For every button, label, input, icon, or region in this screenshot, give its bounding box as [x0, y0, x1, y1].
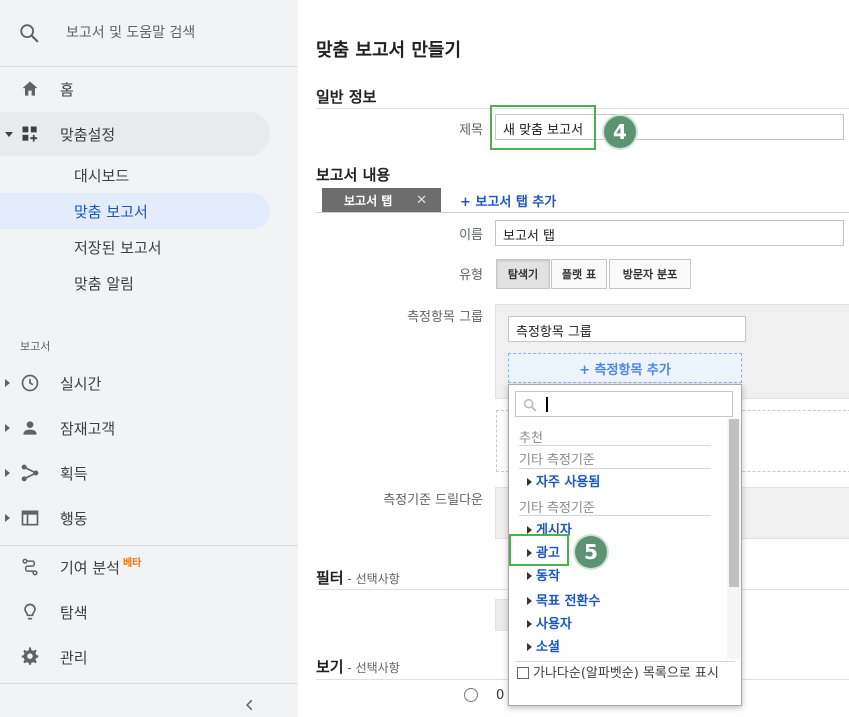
general-info-heading: 일반 정보 — [316, 88, 377, 106]
filters-heading: 필터 - 선택사항 — [316, 567, 400, 588]
caret-right-icon — [527, 642, 532, 651]
caret-right-icon — [527, 525, 532, 534]
views-label: 보기 — [316, 658, 344, 676]
caret-right-icon — [5, 469, 10, 477]
text-cursor — [546, 397, 548, 412]
view-radio-label: 0 — [496, 688, 505, 703]
acquisition-icon — [20, 463, 40, 483]
filters-label: 필터 — [316, 569, 344, 587]
filters-optional: - 선택사항 — [343, 572, 400, 586]
dashboard-plus-icon — [20, 124, 40, 144]
search-icon — [522, 397, 538, 417]
page-title: 맞춤 보고서 만들기 — [316, 40, 462, 61]
lightbulb-icon — [20, 602, 40, 622]
type-option-explorer[interactable]: 탐색기 — [496, 259, 550, 289]
window-icon — [20, 508, 40, 528]
sidebar-section-reports: 보고서 — [20, 340, 51, 353]
type-label: 유형 — [459, 268, 483, 283]
sidebar-item-attribution[interactable]: 기여 분석 베타 — [0, 545, 270, 589]
caret-right-icon — [527, 477, 532, 486]
report-tab-label: 보고서 탭 — [344, 194, 393, 208]
dropdown-search-input[interactable] — [515, 391, 733, 417]
sidebar-item-realtime[interactable]: 실시간 — [0, 361, 270, 405]
dropdown-heading-other-2: 기타 측정기준 — [519, 501, 595, 516]
sidebar-search[interactable]: 보고서 및 도움말 검색 — [0, 0, 298, 67]
highlight-box-title — [490, 105, 596, 150]
beta-badge: 베타 — [122, 557, 142, 569]
name-input-value: 보고서 탭 — [503, 229, 555, 244]
views-heading: 보기 - 선택사항 — [316, 656, 400, 677]
report-content-heading: 보고서 내용 — [316, 166, 391, 184]
sidebar-item-discover[interactable]: 탐색 — [0, 590, 270, 634]
scrollbar-thumb[interactable] — [729, 419, 739, 587]
highlight-box-ads — [509, 534, 569, 566]
dropdown-divider — [519, 468, 711, 469]
dropdown-heading-other: 기타 측정기준 — [519, 453, 595, 468]
metric-group-input[interactable]: 측정항목 그룹 — [508, 316, 746, 342]
name-input[interactable]: 보고서 탭 — [495, 220, 844, 246]
views-optional: - 선택사항 — [343, 661, 400, 675]
caret-right-icon — [5, 379, 10, 387]
dropdown-item-goal-conversions[interactable]: 목표 전환수 — [527, 590, 600, 609]
add-report-tab-link[interactable]: + 보고서 탭 추가 — [460, 191, 556, 210]
caret-right-icon — [527, 571, 532, 580]
sidebar-item-saved-reports[interactable]: 저장된 보고서 — [0, 229, 270, 265]
dropdown-divider — [519, 445, 711, 446]
metric-group-label: 측정항목 그룹 — [407, 310, 483, 325]
sidebar-item-admin[interactable]: 관리 — [0, 635, 270, 679]
sidebar-item-custom-alerts[interactable]: 맞춤 알림 — [0, 265, 270, 301]
type-option-map-overlay[interactable]: 방문자 분포 — [609, 259, 691, 289]
dropdown-item-frequently-used[interactable]: 자주 사용됨 — [527, 471, 600, 490]
tab-divider — [316, 212, 849, 213]
sidebar-item-dashboards[interactable]: 대시보드 — [0, 157, 270, 193]
home-icon — [20, 79, 40, 99]
caret-right-icon — [527, 596, 532, 605]
step-badge-5: 5 — [575, 536, 607, 568]
person-icon — [20, 418, 40, 438]
dropdown-item-action[interactable]: 동작 — [527, 565, 560, 584]
attribution-label: 기여 분석 — [60, 558, 120, 577]
dropdown-divider — [515, 661, 735, 662]
caret-right-icon — [5, 424, 10, 432]
collapse-chevron-icon[interactable] — [243, 697, 257, 716]
sidebar-item-acquisition[interactable]: 획득 — [0, 451, 270, 495]
type-option-flat-table[interactable]: 플랫 표 — [551, 259, 607, 289]
close-icon[interactable]: ✕ — [416, 193, 427, 208]
caret-down-icon — [5, 132, 13, 137]
gear-icon — [20, 647, 40, 667]
sidebar-item-home[interactable]: 홈 — [0, 67, 270, 111]
report-tab[interactable]: 보고서 탭 ✕ — [322, 188, 441, 212]
sidebar-item-audience[interactable]: 잠재고객 — [0, 406, 270, 450]
attribution-icon — [20, 557, 40, 577]
caret-right-icon — [5, 514, 10, 522]
sidebar-item-custom-reports[interactable]: 맞춤 보고서 — [0, 193, 270, 229]
step-badge-4: 4 — [604, 116, 636, 148]
view-radio[interactable] — [464, 688, 478, 702]
dropdown-item-user[interactable]: 사용자 — [527, 613, 572, 632]
dropdown-heading-recommended: 추천 — [519, 431, 543, 446]
metric-group-input-value: 측정항목 그룹 — [516, 325, 592, 340]
search-placeholder: 보고서 및 도움말 검색 — [66, 25, 196, 41]
caret-right-icon — [527, 619, 532, 628]
dropdown-item-social[interactable]: 소셜 — [527, 636, 560, 655]
search-icon — [18, 22, 40, 48]
sidebar-divider — [0, 683, 298, 684]
dropdown-divider — [519, 515, 711, 516]
add-metric-button[interactable]: + 측정항목 추가 — [508, 353, 742, 383]
sidebar-item-behavior[interactable]: 행동 — [0, 496, 270, 540]
dimension-drilldown-label: 측정기준 드릴다운 — [383, 493, 483, 508]
add-filter-button[interactable] — [495, 599, 509, 631]
checkbox[interactable] — [517, 666, 529, 679]
sidebar-item-customization[interactable]: 맞춤설정 — [0, 112, 270, 156]
clock-icon — [20, 373, 40, 393]
name-label: 이름 — [459, 228, 483, 243]
alphabetical-toggle[interactable]: 가나다순(알파벳순) 목록으로 표시 — [517, 665, 735, 682]
title-label: 제목 — [459, 123, 483, 138]
sidebar: 보고서 및 도움말 검색 홈 맞춤설정 대시보드 맞춤 보고서 저장된 보고서 … — [0, 0, 298, 717]
dropdown-scrollbar[interactable] — [727, 419, 741, 659]
